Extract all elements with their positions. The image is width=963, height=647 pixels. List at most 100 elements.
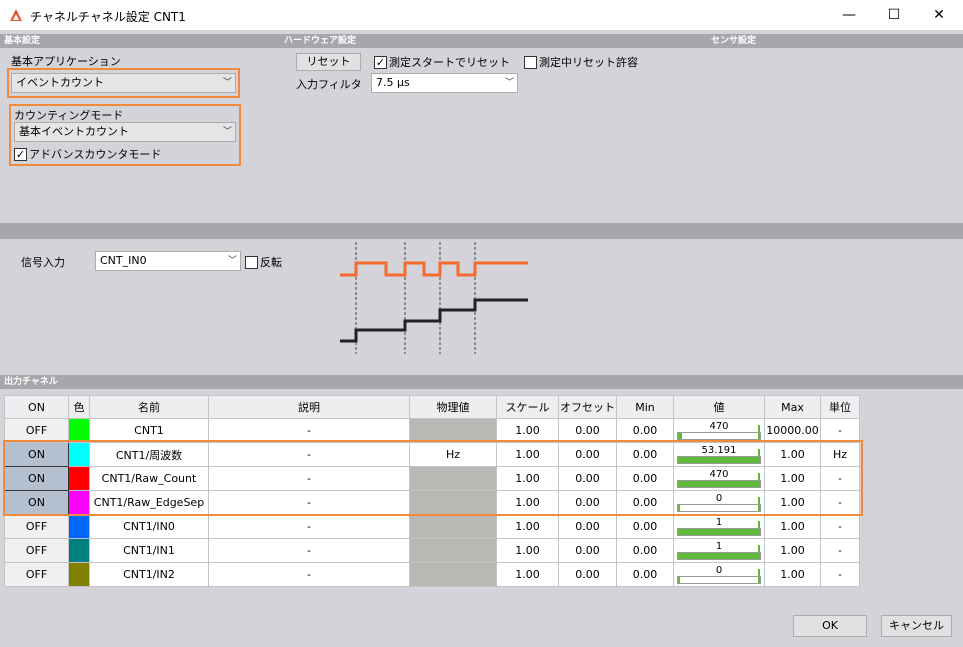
cancel-button[interactable]: キャンセル xyxy=(881,615,952,637)
value-fill xyxy=(678,528,760,535)
on-toggle[interactable]: OFF xyxy=(4,538,69,563)
channel-name: CNT1/IN1 xyxy=(89,538,209,563)
value-text: 1 xyxy=(715,540,723,552)
channel-scale[interactable]: 1.00 xyxy=(496,418,559,443)
col-scale[interactable]: スケール xyxy=(496,395,559,419)
highlight-mode xyxy=(9,104,241,166)
app-label: 基本アプリケーション xyxy=(11,55,121,68)
value-fill xyxy=(678,552,760,559)
value-end-mark xyxy=(758,568,760,583)
channel-phys[interactable] xyxy=(409,514,497,539)
minimize-icon[interactable]: — xyxy=(826,0,872,30)
channel-max[interactable]: 1.00 xyxy=(764,538,821,563)
channel-scale[interactable]: 1.00 xyxy=(496,538,559,563)
section-basic: 基本設定 xyxy=(4,36,41,46)
col-on[interactable]: ON xyxy=(4,395,69,419)
section-sensor: センサ設定 xyxy=(711,36,757,46)
channel-desc[interactable]: - xyxy=(208,538,410,563)
channel-offset[interactable]: 0.00 xyxy=(558,418,617,443)
invert-label: 反転 xyxy=(260,256,282,269)
channel-min[interactable]: 0.00 xyxy=(616,562,674,587)
value-track xyxy=(677,568,761,584)
highlight-app xyxy=(7,68,240,98)
table-row[interactable]: OFF CNT1/IN0-1.00 0.00 0.00 1 1.00- xyxy=(4,514,860,539)
color-swatch[interactable] xyxy=(68,418,90,443)
col-max[interactable]: Max xyxy=(764,395,821,419)
channel-value: 1 xyxy=(673,538,765,563)
reset-on-start-checkbox[interactable]: ✓ 測定スタートでリセット xyxy=(374,54,510,70)
col-min[interactable]: Min xyxy=(616,395,674,419)
signal-select-value: CNT_IN0 xyxy=(100,254,147,267)
channel-unit[interactable]: - xyxy=(820,418,860,443)
settings-section-bar: 基本設定 ハードウェア設定 センサ設定 xyxy=(0,34,963,48)
checkbox-box xyxy=(524,55,537,69)
edge-markers xyxy=(355,242,476,354)
channel-offset[interactable]: 0.00 xyxy=(558,538,617,563)
maximize-icon[interactable]: ☐ xyxy=(871,0,917,30)
value-end-mark xyxy=(758,544,760,559)
channel-name: CNT1 xyxy=(89,418,209,443)
channel-min[interactable]: 0.00 xyxy=(616,538,674,563)
chevron-down-icon: ﹀ xyxy=(227,256,237,266)
color-swatch[interactable] xyxy=(68,538,90,563)
value-gauge: 470 xyxy=(677,421,761,441)
channel-offset[interactable]: 0.00 xyxy=(558,562,617,587)
table-row[interactable]: OFF CNT1/IN1-1.00 0.00 0.00 1 1.00- xyxy=(4,538,860,563)
value-fill xyxy=(678,432,683,439)
col-color[interactable]: 色 xyxy=(68,395,90,419)
separator-bar xyxy=(0,223,963,239)
value-gauge: 1 xyxy=(677,541,761,561)
ok-button[interactable]: OK xyxy=(793,615,867,637)
on-toggle[interactable]: OFF xyxy=(4,514,69,539)
count-staircase xyxy=(340,298,528,343)
allow-reset-checkbox[interactable]: 測定中リセット許容 xyxy=(524,54,638,70)
channel-phys[interactable] xyxy=(409,562,497,587)
signal-select[interactable]: CNT_IN0 ﹀ xyxy=(95,251,241,271)
section-hardware: ハードウェア設定 xyxy=(284,36,357,46)
channel-value: 0 xyxy=(673,562,765,587)
invert-checkbox[interactable]: 反転 xyxy=(245,254,282,270)
col-desc[interactable]: 説明 xyxy=(208,395,410,419)
channel-max[interactable]: 1.00 xyxy=(764,514,821,539)
channel-scale[interactable]: 1.00 xyxy=(496,562,559,587)
col-unit[interactable]: 単位 xyxy=(820,395,860,419)
on-toggle[interactable]: OFF xyxy=(4,562,69,587)
reset-button[interactable]: リセット xyxy=(296,53,361,71)
channel-min[interactable]: 0.00 xyxy=(616,418,674,443)
channel-name: CNT1/IN2 xyxy=(89,562,209,587)
channel-max[interactable]: 10000.00 xyxy=(764,418,821,443)
channel-desc[interactable]: - xyxy=(208,418,410,443)
input-waveform xyxy=(340,261,528,277)
filter-select-value: 7.5 µs xyxy=(376,76,410,89)
checkbox-box: ✓ xyxy=(374,55,387,69)
col-offset[interactable]: オフセット xyxy=(558,395,617,419)
channel-unit[interactable]: - xyxy=(820,538,860,563)
table-row[interactable]: OFF CNT1-1.00 0.00 0.00 470 10000.00- xyxy=(4,418,860,443)
channel-offset[interactable]: 0.00 xyxy=(558,514,617,539)
app-logo-icon xyxy=(10,9,22,21)
signal-diagram xyxy=(340,242,528,354)
color-swatch[interactable] xyxy=(68,514,90,539)
channel-phys[interactable] xyxy=(409,538,497,563)
channel-phys[interactable] xyxy=(409,418,497,443)
col-value[interactable]: 値 xyxy=(673,395,765,419)
channel-scale[interactable]: 1.00 xyxy=(496,514,559,539)
close-icon[interactable]: ✕ xyxy=(916,0,962,30)
channel-name: CNT1/IN0 xyxy=(89,514,209,539)
col-name[interactable]: 名前 xyxy=(89,395,209,419)
allow-reset-label: 測定中リセット許容 xyxy=(539,56,638,69)
channel-unit[interactable]: - xyxy=(820,514,860,539)
value-text: 470 xyxy=(709,420,729,432)
color-swatch[interactable] xyxy=(68,562,90,587)
channel-desc[interactable]: - xyxy=(208,514,410,539)
channel-unit[interactable]: - xyxy=(820,562,860,587)
on-toggle[interactable]: OFF xyxy=(4,418,69,443)
reset-on-start-label: 測定スタートでリセット xyxy=(389,56,510,69)
col-phys[interactable]: 物理値 xyxy=(409,395,497,419)
channel-desc[interactable]: - xyxy=(208,562,410,587)
channel-max[interactable]: 1.00 xyxy=(764,562,821,587)
table-row[interactable]: OFF CNT1/IN2-1.00 0.00 0.00 0 1.00- xyxy=(4,562,860,587)
channel-min[interactable]: 0.00 xyxy=(616,514,674,539)
value-gauge: 1 xyxy=(677,517,761,537)
filter-select[interactable]: 7.5 µs ﹀ xyxy=(371,73,518,93)
